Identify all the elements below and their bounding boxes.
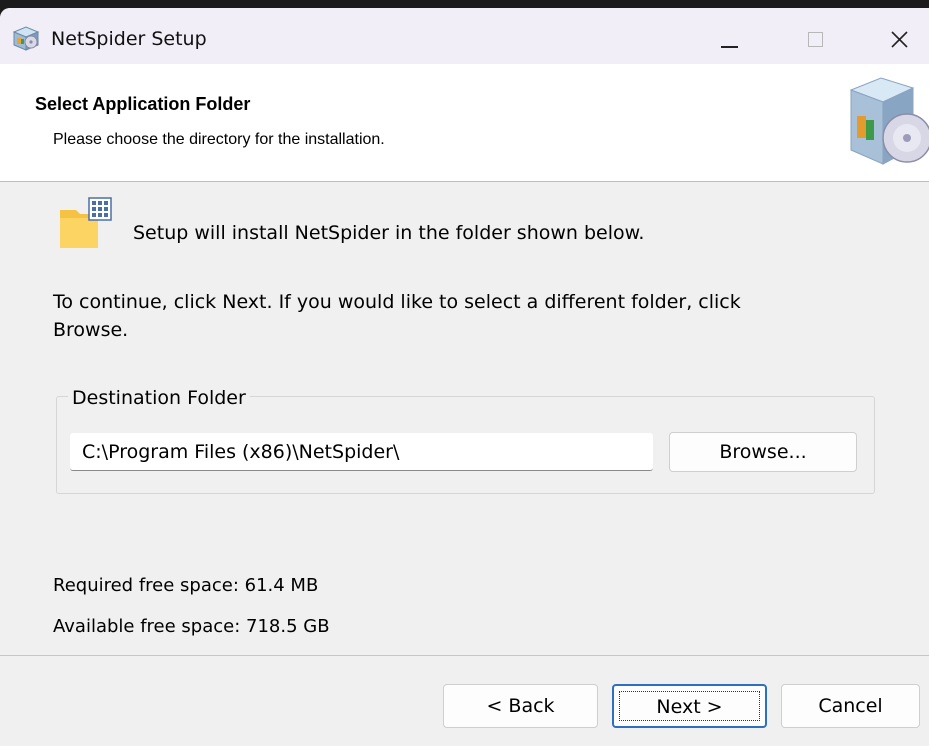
intro-text: Setup will install NetSpider in the fold… <box>133 222 645 244</box>
title-bar[interactable]: NetSpider Setup <box>0 8 929 64</box>
wizard-header: Select Application Folder Please choose … <box>0 64 929 182</box>
installer-box-icon <box>12 26 40 51</box>
available-space-text: Available free space: 718.5 GB <box>53 616 330 637</box>
browse-button[interactable]: Browse... <box>669 432 857 472</box>
destination-group-label: Destination Folder <box>68 387 250 409</box>
installer-box-cd-icon <box>849 77 929 165</box>
maximize-button <box>785 16 845 60</box>
page-title: Select Application Folder <box>35 94 251 114</box>
close-icon <box>891 31 908 48</box>
footer-divider <box>0 655 929 656</box>
setup-window: NetSpider Setup Select Application Folde… <box>0 8 929 746</box>
destination-path-input[interactable]: C:\Program Files (x86)\NetSpider\ <box>70 433 653 471</box>
focus-ring <box>619 691 760 721</box>
minimize-button[interactable] <box>699 16 759 60</box>
folder-icon <box>60 197 112 248</box>
instruction-text: To continue, click Next. If you would li… <box>53 291 741 341</box>
window-title: NetSpider Setup <box>51 28 207 50</box>
cancel-button[interactable]: Cancel <box>781 684 920 728</box>
back-button[interactable]: < Back <box>443 684 598 728</box>
required-space-text: Required free space: 61.4 MB <box>53 575 319 596</box>
next-button[interactable]: Next > <box>612 684 767 728</box>
close-button[interactable] <box>870 16 929 60</box>
page-subtitle: Please choose the directory for the inst… <box>53 131 385 148</box>
